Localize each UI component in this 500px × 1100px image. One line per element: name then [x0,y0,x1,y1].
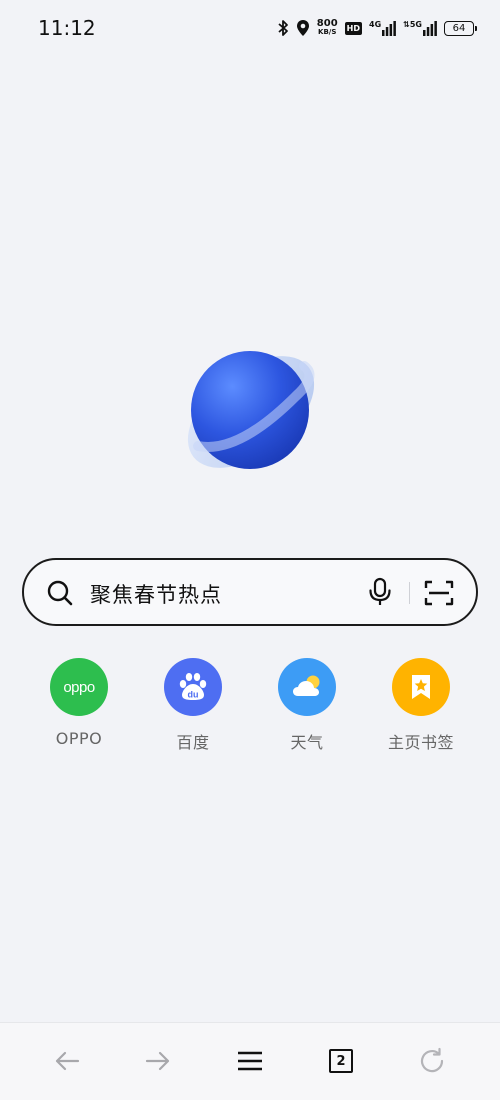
bluetooth-icon [277,18,289,38]
scan-icon[interactable] [424,579,454,607]
oppo-logo-icon[interactable]: oppo [50,658,108,716]
menu-button[interactable] [230,1041,270,1081]
network-speed: 800 KB/S [316,18,338,37]
signal-4g-icon: 4G [369,20,397,36]
search-divider [409,582,410,604]
tab-count-icon: 2 [329,1049,353,1073]
shortcut-weather[interactable]: 天气 [257,658,357,758]
signal-5g-text: 5G [409,20,422,29]
shortcut-oppo[interactable]: oppo OPPO [29,658,129,758]
shortcut-label: OPPO [55,729,103,748]
browser-planet-logo [178,346,328,476]
signal-5g-icon: ⇅5G [403,20,437,36]
search-bar[interactable]: 聚焦春节热点 [22,558,478,626]
shortcut-home-bookmarks[interactable]: 主页书签 [371,658,471,758]
location-icon [296,18,310,38]
microphone-icon[interactable] [367,577,393,607]
baidu-paw-icon[interactable]: du [164,658,222,716]
signal-5g-label: ⇅5G [403,20,422,29]
battery-icon: 64 [444,20,477,36]
baidu-logo-text: du [188,690,199,700]
status-time: 11:12 [38,16,96,40]
arrow-left-icon [55,1051,80,1071]
oppo-logo-text: oppo [63,678,95,696]
signal-4g-label: 4G [369,20,382,29]
arrow-right-icon [145,1051,170,1071]
status-bar: 11:12 800 KB/S HD 4G ⇅5G 64 [0,0,500,56]
shortcut-baidu[interactable]: du 百度 [143,658,243,758]
network-speed-value: 800 [316,18,338,29]
back-button[interactable] [47,1041,87,1081]
shortcut-label: 主页书签 [387,733,454,752]
hd-badge: HD [344,21,363,35]
battery-level: 64 [452,22,466,34]
search-input[interactable]: 聚焦春节热点 [90,579,222,609]
shortcut-label: 百度 [176,733,210,752]
search-icon[interactable] [46,579,74,607]
weather-icon[interactable] [278,658,336,716]
bottom-navigation: 2 [0,1022,500,1100]
forward-button[interactable] [138,1041,178,1081]
status-icons: 800 KB/S HD 4G ⇅5G 64 [277,17,477,39]
tabs-button[interactable]: 2 [321,1041,361,1081]
refresh-button[interactable] [412,1041,452,1081]
shortcut-label: 天气 [290,733,324,752]
network-speed-unit: KB/S [318,28,337,36]
bookmark-star-icon[interactable] [392,658,450,716]
shortcuts-grid: oppo OPPO du 百度 天气 主页书签 [0,658,500,758]
menu-icon [238,1051,262,1071]
refresh-icon [420,1047,444,1073]
